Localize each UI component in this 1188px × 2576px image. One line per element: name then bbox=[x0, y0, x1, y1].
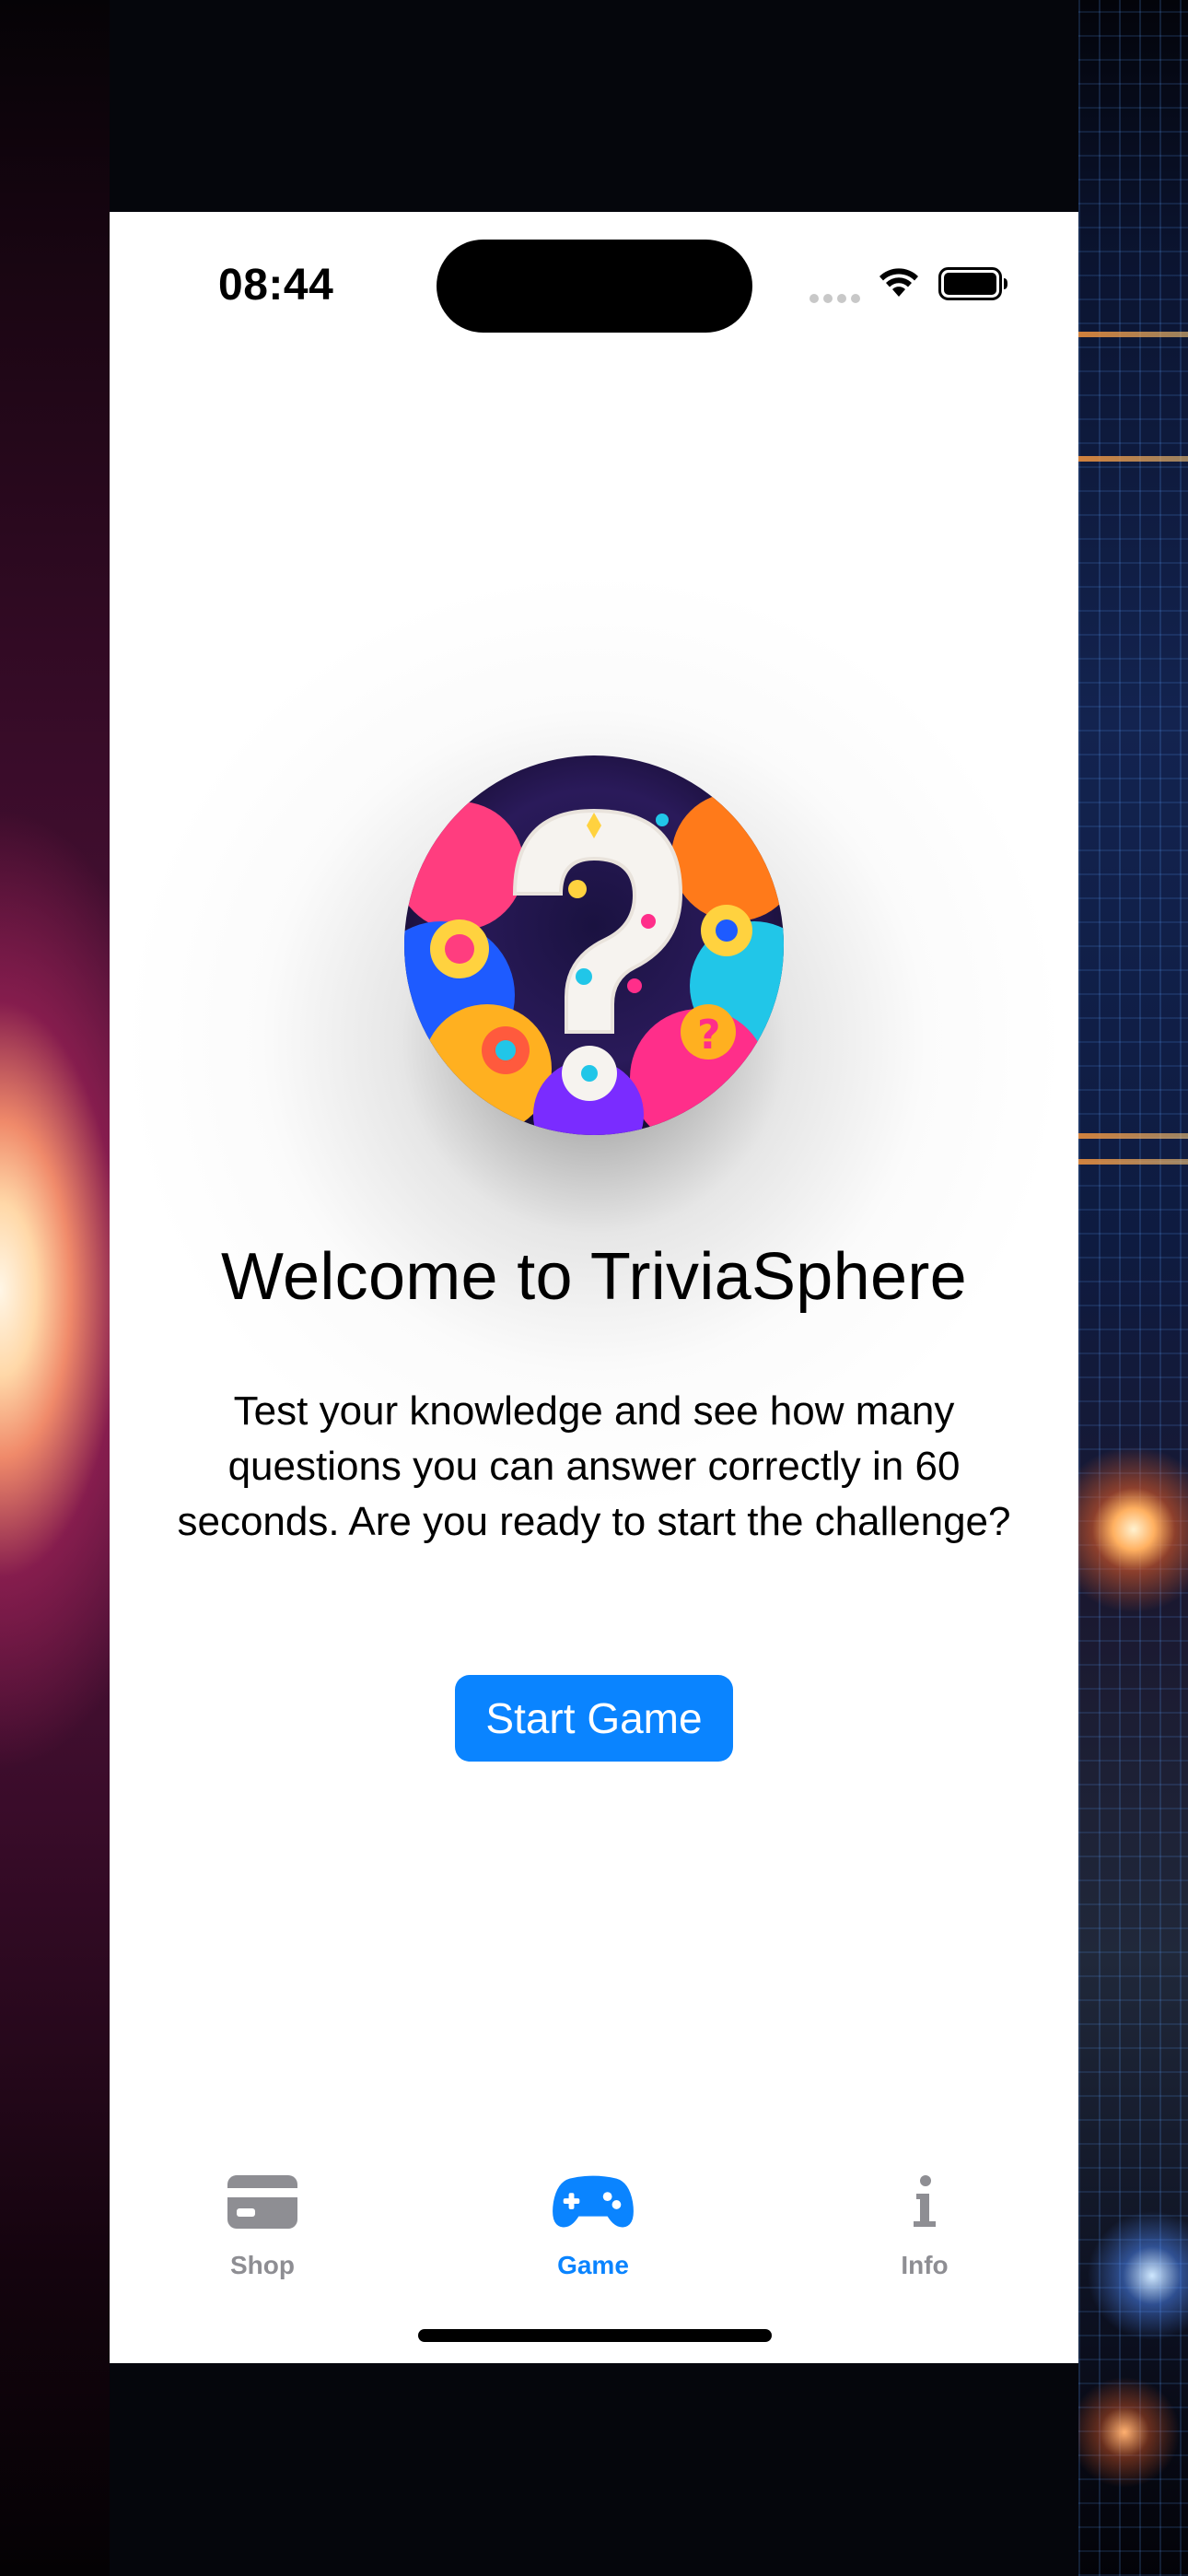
welcome-description: Test your knowledge and see how many que… bbox=[177, 1388, 1011, 1544]
battery-icon bbox=[938, 267, 1007, 300]
status-time: 08:44 bbox=[218, 261, 334, 310]
start-game-button[interactable]: Start Game bbox=[455, 1675, 733, 1762]
tab-shop-label: Shop bbox=[230, 2251, 295, 2279]
credit-card-icon bbox=[221, 2170, 304, 2234]
svg-text:?: ? bbox=[697, 1012, 721, 1059]
info-icon bbox=[883, 2170, 966, 2234]
device-stage: 08:44 ? Welcome to TriviaSphere Test you… bbox=[0, 0, 1188, 2576]
app-screen: 08:44 ? Welcome to TriviaSphere Test you… bbox=[110, 212, 1078, 2363]
tab-info[interactable]: Info bbox=[833, 2170, 1017, 2308]
dynamic-island bbox=[437, 240, 752, 333]
colorful-question-mark-logo: ? bbox=[404, 755, 784, 1135]
background-art-left bbox=[0, 0, 110, 2576]
tab-game[interactable]: Game bbox=[501, 2170, 685, 2308]
gamecontroller-icon bbox=[552, 2170, 635, 2234]
home-indicator[interactable] bbox=[418, 2329, 772, 2342]
tab-shop[interactable]: Shop bbox=[170, 2170, 355, 2308]
tab-game-label: Game bbox=[557, 2251, 629, 2279]
wifi-icon bbox=[879, 268, 918, 297]
welcome-title: Welcome to TriviaSphere bbox=[221, 1240, 967, 1314]
tab-info-label: Info bbox=[901, 2251, 949, 2279]
background-art-right bbox=[1078, 0, 1188, 2576]
cellular-signal-icon bbox=[809, 294, 861, 303]
